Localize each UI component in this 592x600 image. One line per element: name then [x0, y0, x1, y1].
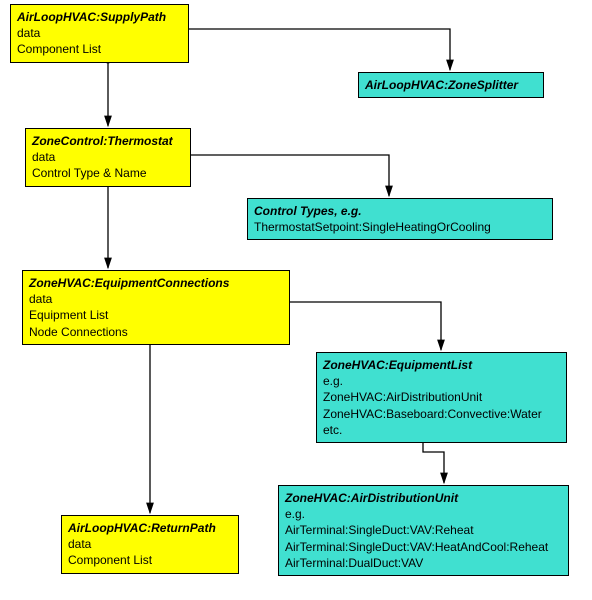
- return-path-line2: Component List: [68, 552, 232, 568]
- thermostat-line2: Control Type & Name: [32, 165, 184, 181]
- box-thermostat: ZoneControl:Thermostat data Control Type…: [25, 128, 191, 187]
- box-air-dist: ZoneHVAC:AirDistributionUnit e.g. AirTer…: [278, 485, 569, 576]
- air-dist-line4: AirTerminal:DualDuct:VAV: [285, 555, 562, 571]
- box-equip-conn: ZoneHVAC:EquipmentConnections data Equip…: [22, 270, 290, 345]
- equip-conn-title: ZoneHVAC:EquipmentConnections: [29, 275, 283, 291]
- equip-conn-line2: Equipment List: [29, 307, 283, 323]
- zone-splitter-title: AirLoopHVAC:ZoneSplitter: [365, 77, 537, 93]
- equip-list-line3: ZoneHVAC:Baseboard:Convective:Water: [323, 406, 560, 422]
- air-dist-line2: AirTerminal:SingleDuct:VAV:Reheat: [285, 522, 562, 538]
- equip-list-line4: etc.: [323, 422, 560, 438]
- equip-list-line1: e.g.: [323, 373, 560, 389]
- box-zone-splitter: AirLoopHVAC:ZoneSplitter: [358, 72, 544, 98]
- box-return-path: AirLoopHVAC:ReturnPath data Component Li…: [61, 515, 239, 574]
- box-control-types: Control Types, e.g. ThermostatSetpoint:S…: [247, 198, 553, 240]
- control-types-line1: ThermostatSetpoint:SingleHeatingOrCoolin…: [254, 219, 546, 235]
- equip-list-line2: ZoneHVAC:AirDistributionUnit: [323, 389, 560, 405]
- air-dist-title: ZoneHVAC:AirDistributionUnit: [285, 490, 562, 506]
- supply-path-title: AirLoopHVAC:SupplyPath: [17, 9, 182, 25]
- supply-path-line1: data: [17, 25, 182, 41]
- equip-list-title: ZoneHVAC:EquipmentList: [323, 357, 560, 373]
- thermostat-line1: data: [32, 149, 184, 165]
- thermostat-title: ZoneControl:Thermostat: [32, 133, 184, 149]
- box-equip-list: ZoneHVAC:EquipmentList e.g. ZoneHVAC:Air…: [316, 352, 567, 443]
- control-types-title: Control Types, e.g.: [254, 203, 546, 219]
- equip-conn-line3: Node Connections: [29, 324, 283, 340]
- air-dist-line1: e.g.: [285, 506, 562, 522]
- box-supply-path: AirLoopHVAC:SupplyPath data Component Li…: [10, 4, 189, 63]
- air-dist-line3: AirTerminal:SingleDuct:VAV:HeatAndCool:R…: [285, 539, 562, 555]
- equip-conn-line1: data: [29, 291, 283, 307]
- return-path-title: AirLoopHVAC:ReturnPath: [68, 520, 232, 536]
- supply-path-line2: Component List: [17, 41, 182, 57]
- return-path-line1: data: [68, 536, 232, 552]
